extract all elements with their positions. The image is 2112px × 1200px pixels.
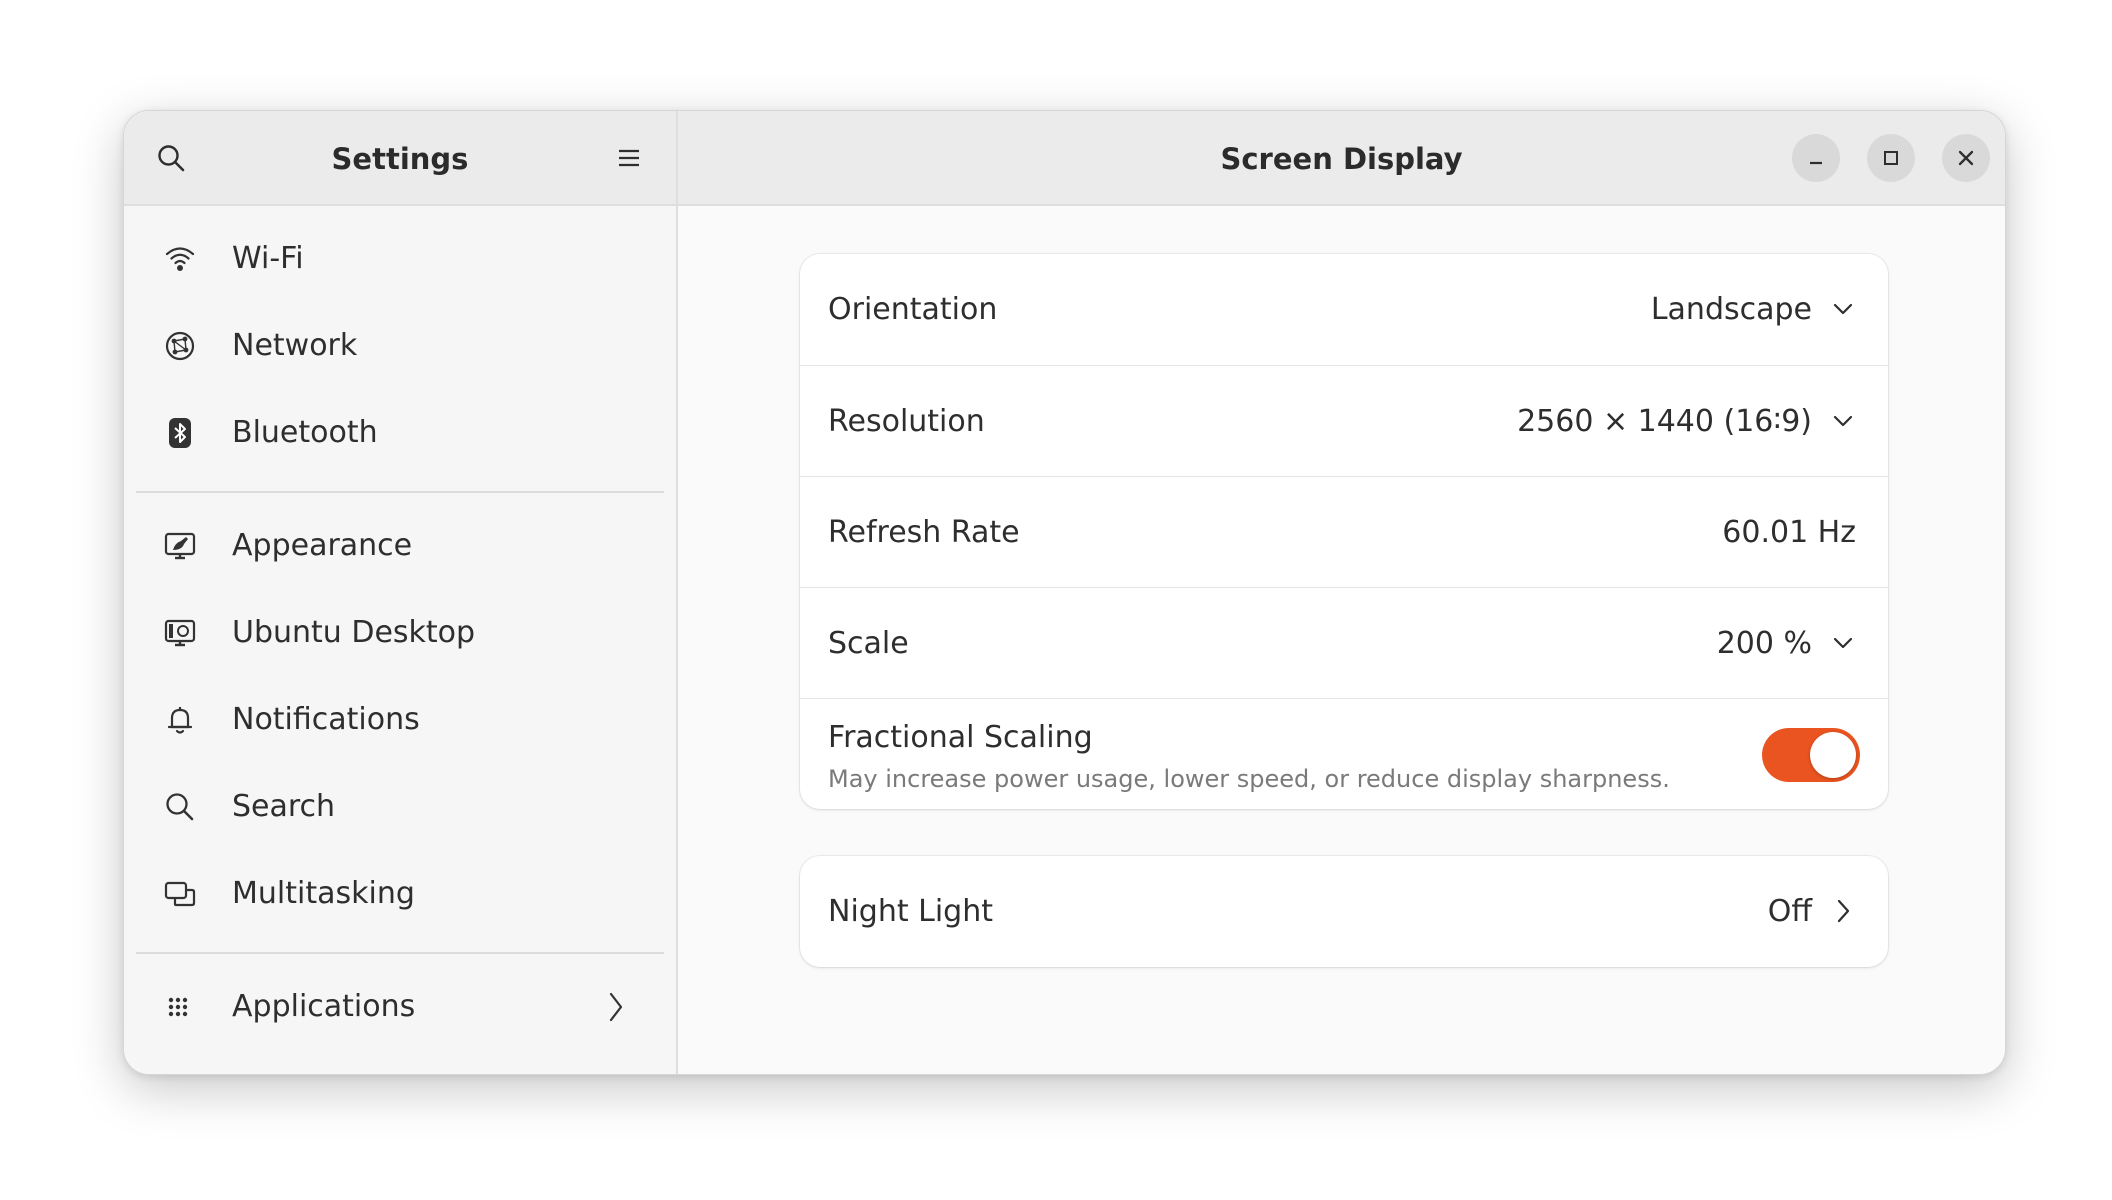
resolution-label: Resolution [828,404,985,439]
sidebar-item-label: Notifications [232,701,420,737]
scale-row[interactable]: Scale 200 % [800,587,1888,698]
main-header: Screen Display [678,111,2005,206]
wifi-icon [164,243,196,275]
display-settings-card: Orientation Landscape Resolution 2560 × … [800,254,1888,809]
resolution-value: 2560 × 1440 (16∶9) [1517,404,1812,439]
maximize-button[interactable] [1867,134,1915,182]
sidebar-item-label: Multitasking [232,875,415,911]
grid-icon [164,991,196,1023]
minimize-icon [1810,161,1822,165]
minimize-button[interactable] [1792,134,1840,182]
sidebar-item-notifications[interactable]: Notifications [136,682,664,756]
sidebar-title: Settings [331,141,469,176]
multitasking-icon [164,878,196,910]
network-icon [164,330,196,362]
sidebar-item-label: Bluetooth [232,414,378,450]
maximize-icon [1884,151,1898,165]
night-light-value: Off [1767,894,1812,929]
settings-window: Settings Wi-Fi Network Bluetooth Appeara… [123,110,2006,1075]
close-button[interactable] [1942,134,1990,182]
sidebar-item-label: Wi-Fi [232,240,304,276]
sidebar-item-label: Appearance [232,527,413,563]
scale-value: 200 % [1716,626,1812,661]
scale-label: Scale [828,626,909,661]
close-icon [1958,150,1974,166]
fractional-scaling-toggle[interactable] [1762,728,1860,782]
appearance-icon [164,530,196,562]
night-light-card: Night Light Off [800,856,1888,967]
sidebar-divider [136,491,664,493]
sidebar-item-label: Network [232,327,358,363]
chevron-right-icon [1837,899,1850,923]
sidebar-item-search[interactable]: Search [136,769,664,843]
chevron-down-icon [1833,303,1853,315]
sidebar-item-applications[interactable]: Applications [136,969,664,1043]
orientation-row[interactable]: Orientation Landscape [800,254,1888,365]
night-light-label: Night Light [828,894,993,929]
sidebar-item-network[interactable]: Network [136,308,664,382]
sidebar-item-bluetooth[interactable]: Bluetooth [136,395,664,469]
sidebar-item-label: Ubuntu Desktop [232,614,476,650]
search-icon [164,791,196,823]
sidebar: Settings Wi-Fi Network Bluetooth Appeara… [124,111,678,1074]
sidebar-header: Settings [124,111,676,206]
chevron-right-icon [609,992,623,1022]
sidebar-item-label: Applications [232,988,416,1024]
sidebar-item-appearance[interactable]: Appearance [136,508,664,582]
fractional-scaling-label: Fractional Scaling [828,719,1093,755]
fractional-scaling-row: Fractional Scaling May increase power us… [800,698,1888,809]
orientation-label: Orientation [828,292,998,327]
sidebar-item-ubuntu-desktop[interactable]: Ubuntu Desktop [136,595,664,669]
refresh-rate-row: Refresh Rate 60.01 Hz [800,476,1888,587]
chevron-down-icon [1833,637,1853,649]
chevron-down-icon [1833,415,1853,427]
fractional-scaling-description: May increase power usage, lower speed, o… [828,765,1670,793]
ubuntu-desktop-icon [164,617,196,649]
bell-icon [164,704,196,736]
hamburger-menu-icon [619,149,639,167]
bluetooth-icon [164,417,196,449]
resolution-row[interactable]: Resolution 2560 × 1440 (16∶9) [800,365,1888,476]
orientation-value: Landscape [1650,292,1812,327]
night-light-row[interactable]: Night Light Off [800,856,1888,967]
sidebar-item-label: Search [232,788,336,824]
sidebar-item-wifi[interactable]: Wi-Fi [136,221,664,295]
sidebar-item-multitasking[interactable]: Multitasking [136,856,664,930]
sidebar-divider [136,952,664,954]
toggle-knob [1810,732,1856,778]
refresh-rate-label: Refresh Rate [828,515,1020,550]
refresh-rate-value: 60.01 Hz [1722,515,1856,550]
menu-button[interactable] [604,133,654,183]
